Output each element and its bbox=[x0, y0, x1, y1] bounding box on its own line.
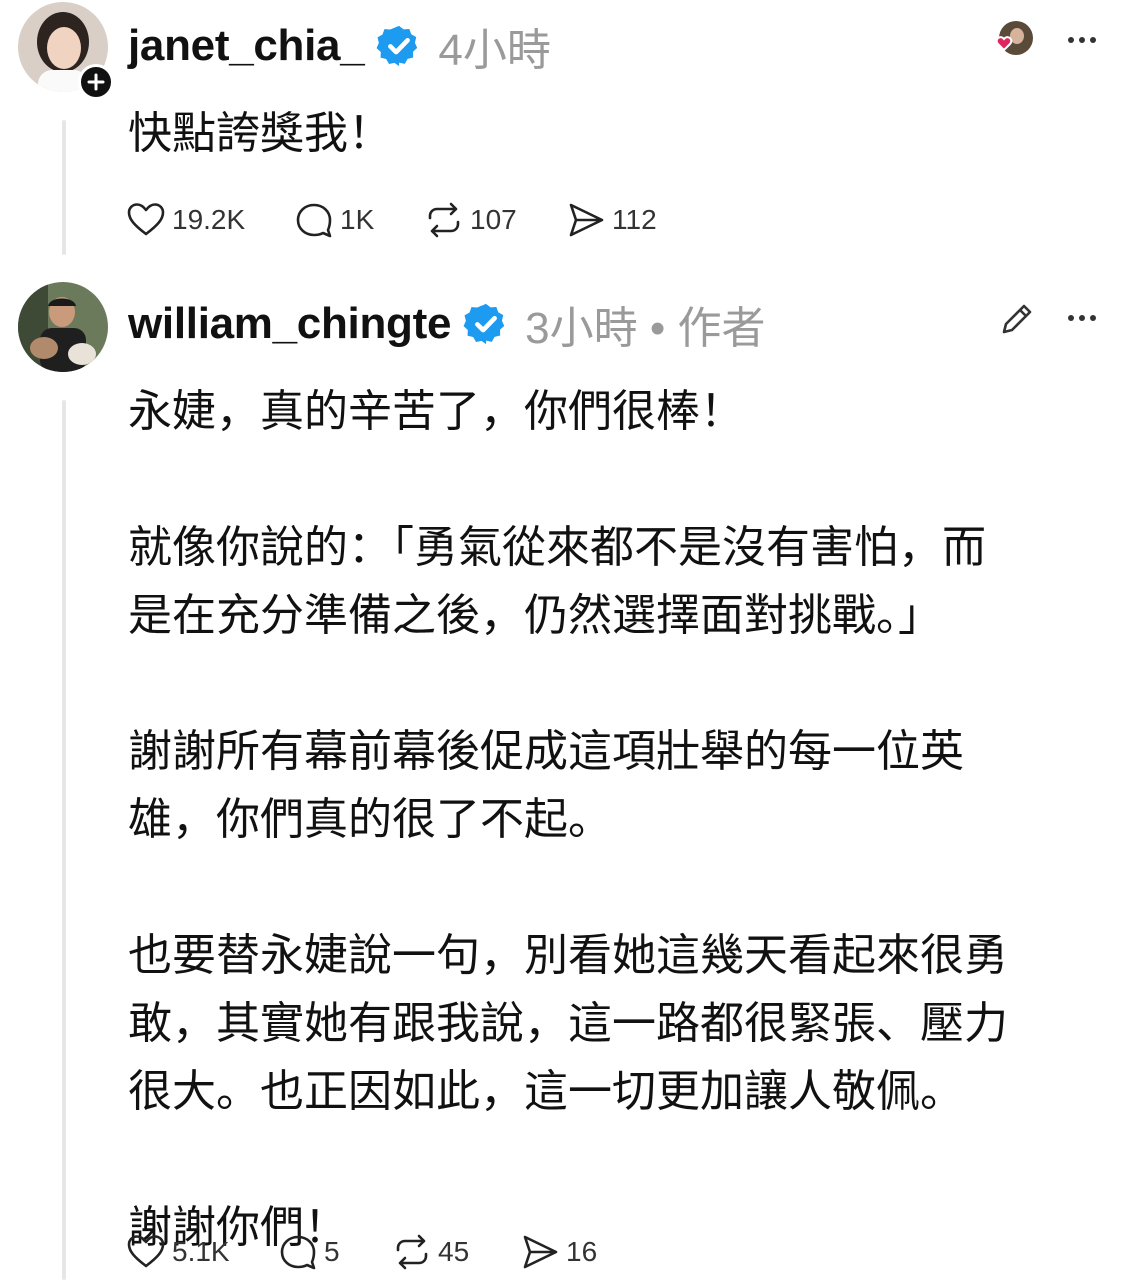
thread-post-2: william_chingte 3小時 • 作者 永婕，真的辛苦了，你們很棒！ … bbox=[0, 278, 1131, 1280]
comment-icon bbox=[280, 1235, 316, 1270]
reply-count: 1K bbox=[340, 204, 375, 235]
post-header: janet_chia_ 4小時 bbox=[128, 14, 551, 78]
heart-icon bbox=[127, 1235, 165, 1268]
post-time: 3小時 • 作者 bbox=[525, 304, 766, 353]
like-button[interactable]: 19.2K bbox=[126, 200, 294, 240]
username[interactable]: janet_chia_ bbox=[128, 21, 365, 71]
action-bar: 5.1K 5 45 16 bbox=[126, 1232, 597, 1272]
liker-avatars[interactable] bbox=[988, 20, 1036, 60]
share-count: 16 bbox=[566, 1236, 598, 1267]
follow-button[interactable] bbox=[78, 64, 114, 100]
post-text: 快點誇獎我！ bbox=[128, 109, 392, 158]
repost-count: 107 bbox=[470, 204, 517, 235]
send-icon bbox=[523, 1235, 558, 1269]
like-count: 5.1K bbox=[172, 1236, 230, 1267]
reply-count: 5 bbox=[324, 1236, 340, 1267]
verified-badge-icon bbox=[376, 25, 418, 67]
repost-icon bbox=[428, 202, 460, 238]
like-count: 19.2K bbox=[172, 204, 246, 235]
repost-button[interactable]: 107 bbox=[424, 200, 566, 240]
like-button[interactable]: 5.1K bbox=[126, 1232, 278, 1272]
share-count: 112 bbox=[612, 204, 657, 235]
plus-icon bbox=[87, 73, 105, 91]
share-button[interactable]: 16 bbox=[520, 1232, 597, 1272]
reply-button[interactable]: 1K bbox=[294, 200, 424, 240]
repost-count: 45 bbox=[438, 1236, 470, 1267]
thread-line bbox=[62, 120, 66, 255]
verified-badge-icon bbox=[463, 303, 505, 345]
user-avatar[interactable] bbox=[18, 282, 108, 372]
thread-post-1: janet_chia_ 4小時 快點誇獎我！ 19.2K 1K 107 112 bbox=[0, 0, 1131, 262]
repost-icon bbox=[396, 1234, 428, 1270]
post-text: 永婕，真的辛苦了，你們很棒！ 就像你說的：「勇氣從來都不是沒有害怕，而 是在充分… bbox=[128, 387, 1008, 1252]
action-bar: 19.2K 1K 107 112 bbox=[126, 200, 657, 240]
repost-button[interactable]: 45 bbox=[392, 1232, 520, 1272]
post-time: 4小時 bbox=[438, 26, 551, 75]
reply-button[interactable]: 5 bbox=[278, 1232, 392, 1272]
send-icon bbox=[569, 203, 604, 237]
share-button[interactable]: 112 bbox=[566, 200, 657, 240]
heart-icon bbox=[127, 203, 165, 236]
thread-line bbox=[62, 400, 66, 1280]
comment-icon bbox=[296, 203, 332, 238]
pencil-icon[interactable] bbox=[998, 300, 1036, 338]
more-icon[interactable] bbox=[1062, 298, 1102, 338]
more-icon[interactable] bbox=[1062, 20, 1102, 60]
post-header: william_chingte 3小時 • 作者 bbox=[128, 292, 765, 356]
username[interactable]: william_chingte bbox=[128, 299, 451, 349]
